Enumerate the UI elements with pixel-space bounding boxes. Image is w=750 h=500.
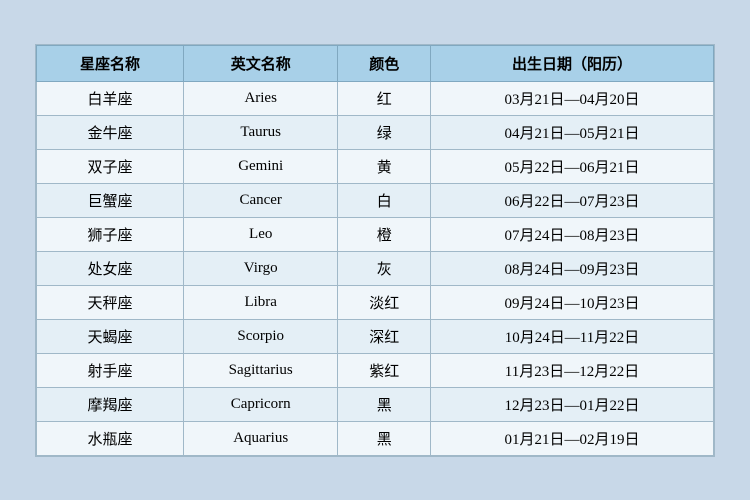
cell-5-3: 08月24日—09月23日: [430, 251, 713, 285]
cell-2-1: Gemini: [183, 149, 337, 183]
table-body: 白羊座Aries红03月21日—04月20日金牛座Taurus绿04月21日—0…: [37, 81, 714, 455]
table-row: 天秤座Libra淡红09月24日—10月23日: [37, 285, 714, 319]
cell-0-2: 红: [338, 81, 431, 115]
cell-6-2: 淡红: [338, 285, 431, 319]
cell-7-2: 深红: [338, 319, 431, 353]
cell-2-0: 双子座: [37, 149, 184, 183]
table-row: 水瓶座Aquarius黑01月21日—02月19日: [37, 421, 714, 455]
cell-4-3: 07月24日—08月23日: [430, 217, 713, 251]
cell-1-1: Taurus: [183, 115, 337, 149]
cell-3-1: Cancer: [183, 183, 337, 217]
cell-8-2: 紫红: [338, 353, 431, 387]
cell-8-1: Sagittarius: [183, 353, 337, 387]
table-row: 巨蟹座Cancer白06月22日—07月23日: [37, 183, 714, 217]
cell-1-3: 04月21日—05月21日: [430, 115, 713, 149]
cell-1-2: 绿: [338, 115, 431, 149]
cell-10-0: 水瓶座: [37, 421, 184, 455]
table-row: 狮子座Leo橙07月24日—08月23日: [37, 217, 714, 251]
table-row: 双子座Gemini黄05月22日—06月21日: [37, 149, 714, 183]
cell-9-1: Capricorn: [183, 387, 337, 421]
cell-8-3: 11月23日—12月22日: [430, 353, 713, 387]
header-english-name: 英文名称: [183, 45, 337, 81]
cell-2-2: 黄: [338, 149, 431, 183]
cell-5-0: 处女座: [37, 251, 184, 285]
table-row: 射手座Sagittarius紫红11月23日—12月22日: [37, 353, 714, 387]
cell-5-2: 灰: [338, 251, 431, 285]
cell-0-1: Aries: [183, 81, 337, 115]
cell-9-0: 摩羯座: [37, 387, 184, 421]
header-birthday: 出生日期（阳历）: [430, 45, 713, 81]
cell-9-3: 12月23日—01月22日: [430, 387, 713, 421]
table-header-row: 星座名称 英文名称 颜色 出生日期（阳历）: [37, 45, 714, 81]
table-row: 天蝎座Scorpio深红10月24日—11月22日: [37, 319, 714, 353]
cell-10-1: Aquarius: [183, 421, 337, 455]
cell-8-0: 射手座: [37, 353, 184, 387]
cell-6-3: 09月24日—10月23日: [430, 285, 713, 319]
cell-0-3: 03月21日—04月20日: [430, 81, 713, 115]
zodiac-table-container: 星座名称 英文名称 颜色 出生日期（阳历） 白羊座Aries红03月21日—04…: [35, 44, 715, 457]
cell-4-0: 狮子座: [37, 217, 184, 251]
cell-7-0: 天蝎座: [37, 319, 184, 353]
table-row: 摩羯座Capricorn黑12月23日—01月22日: [37, 387, 714, 421]
cell-7-3: 10月24日—11月22日: [430, 319, 713, 353]
cell-4-1: Leo: [183, 217, 337, 251]
cell-3-2: 白: [338, 183, 431, 217]
cell-1-0: 金牛座: [37, 115, 184, 149]
cell-2-3: 05月22日—06月21日: [430, 149, 713, 183]
cell-6-0: 天秤座: [37, 285, 184, 319]
header-color: 颜色: [338, 45, 431, 81]
cell-6-1: Libra: [183, 285, 337, 319]
cell-4-2: 橙: [338, 217, 431, 251]
cell-5-1: Virgo: [183, 251, 337, 285]
table-row: 金牛座Taurus绿04月21日—05月21日: [37, 115, 714, 149]
cell-0-0: 白羊座: [37, 81, 184, 115]
cell-3-0: 巨蟹座: [37, 183, 184, 217]
table-row: 白羊座Aries红03月21日—04月20日: [37, 81, 714, 115]
cell-7-1: Scorpio: [183, 319, 337, 353]
header-chinese-name: 星座名称: [37, 45, 184, 81]
table-row: 处女座Virgo灰08月24日—09月23日: [37, 251, 714, 285]
zodiac-table: 星座名称 英文名称 颜色 出生日期（阳历） 白羊座Aries红03月21日—04…: [36, 45, 714, 456]
cell-10-2: 黑: [338, 421, 431, 455]
cell-3-3: 06月22日—07月23日: [430, 183, 713, 217]
cell-9-2: 黑: [338, 387, 431, 421]
cell-10-3: 01月21日—02月19日: [430, 421, 713, 455]
